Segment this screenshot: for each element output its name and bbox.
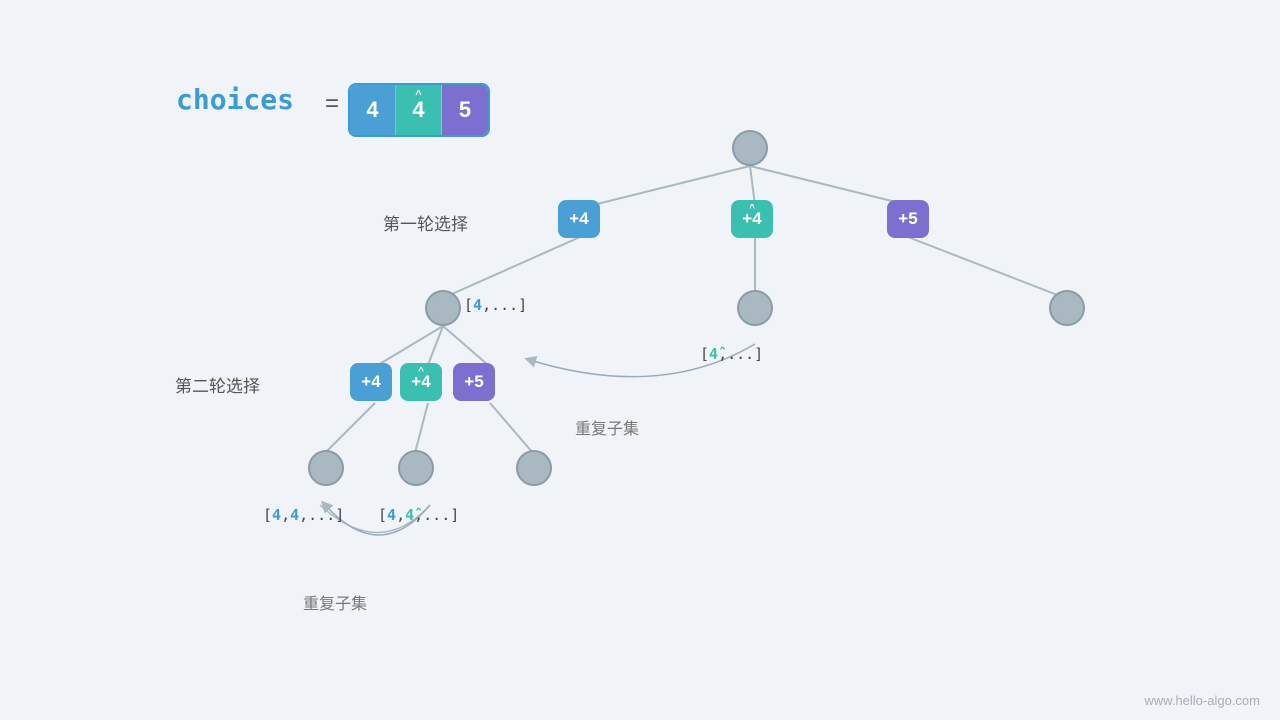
dup-label-bottom: 重复子集: [303, 590, 367, 614]
badge-second-5: +5: [453, 363, 495, 401]
root-node: [732, 130, 768, 166]
left-child-label: [4,...]: [464, 296, 527, 314]
footer-url: www.hello-algo.com: [1144, 693, 1260, 708]
leaf-node-3: [516, 450, 552, 486]
leaf-node-1: [308, 450, 344, 486]
choice-item-4: 4: [350, 85, 396, 135]
second-level-label: 第二轮选择: [175, 372, 260, 397]
dup-label-mid: 重复子集: [575, 415, 639, 439]
main-canvas: choices = 4 ^ 4 5 +4 ^ +4 +5 第一轮选择 [4,..…: [0, 0, 1280, 720]
mid-child-node: [737, 290, 773, 326]
leaf-label-2: [4,4̂,...]: [378, 506, 459, 524]
badge-first-4hat: ^ +4: [731, 200, 773, 238]
choices-label: choices: [176, 83, 294, 116]
equals-sign: =: [325, 90, 339, 118]
badge-first-4: +4: [558, 200, 600, 238]
choice-item-4hat: ^ 4: [396, 85, 442, 135]
mid-child-label: [4̂,...]: [700, 345, 763, 363]
choices-array: 4 ^ 4 5: [348, 83, 490, 137]
leaf-label-1: [4,4,...]: [263, 506, 344, 524]
badge-first-5: +5: [887, 200, 929, 238]
right-child-node: [1049, 290, 1085, 326]
badge-second-4hat: ^ +4: [400, 363, 442, 401]
leaf-node-2: [398, 450, 434, 486]
badge-second-4: +4: [350, 363, 392, 401]
choice-item-5: 5: [442, 85, 488, 135]
first-level-label: 第一轮选择: [383, 210, 468, 235]
left-child-node: [425, 290, 461, 326]
